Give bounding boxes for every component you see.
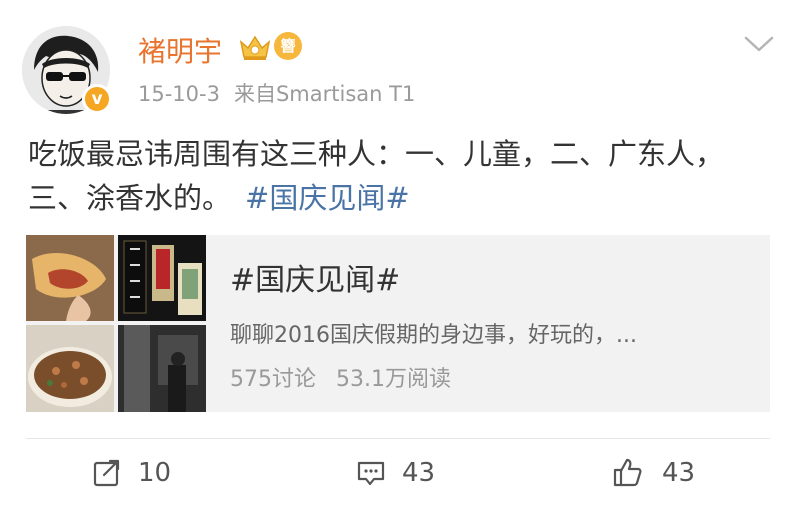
view-count: 53.1万阅读 <box>336 367 451 392</box>
discussion-count: 575讨论 <box>230 367 316 392</box>
thumbnail-sign <box>118 235 206 321</box>
verified-badge: v <box>82 84 112 114</box>
card-title: #国庆见闻# <box>230 263 401 298</box>
divider <box>26 438 770 439</box>
post-meta: 15-10-3 来自Smartisan T1 <box>138 78 415 108</box>
crown-icon[interactable] <box>238 32 272 62</box>
topic-card[interactable]: #国庆见闻# 聊聊2016国庆假期的身边事，好玩的，... 575讨论 53.1万… <box>26 235 770 412</box>
card-description: 聊聊2016国庆假期的身边事，好玩的，... <box>230 323 637 348</box>
post-body: 吃饭最忌讳周围有这三种人：一、儿童，二、广东人，三、涂香水的。 #国庆见闻# <box>28 132 768 220</box>
chevron-down-icon[interactable] <box>744 36 774 52</box>
username[interactable]: 褚明宇 <box>138 30 222 70</box>
post-date: 15-10-3 <box>138 82 220 106</box>
vip-badge[interactable]: 簪 <box>274 32 302 60</box>
like-icon <box>613 458 642 487</box>
thumbnail-food-1 <box>26 235 114 321</box>
repost-button[interactable]: 10 <box>92 454 182 494</box>
topic-link[interactable]: #国庆见闻# <box>245 181 410 215</box>
repost-count: 10 <box>138 458 172 488</box>
comment-count: 43 <box>402 458 436 488</box>
card-stats: 575讨论 53.1万阅读 <box>230 361 451 393</box>
comment-icon <box>357 461 385 486</box>
repost-icon <box>93 459 120 487</box>
thumbnail-street <box>118 325 206 412</box>
post-source: 来自Smartisan T1 <box>233 82 416 106</box>
comment-button[interactable]: 43 <box>356 454 446 494</box>
thumbnail-food-2 <box>26 325 114 412</box>
like-count: 43 <box>662 458 696 488</box>
like-button[interactable]: 43 <box>612 454 702 494</box>
